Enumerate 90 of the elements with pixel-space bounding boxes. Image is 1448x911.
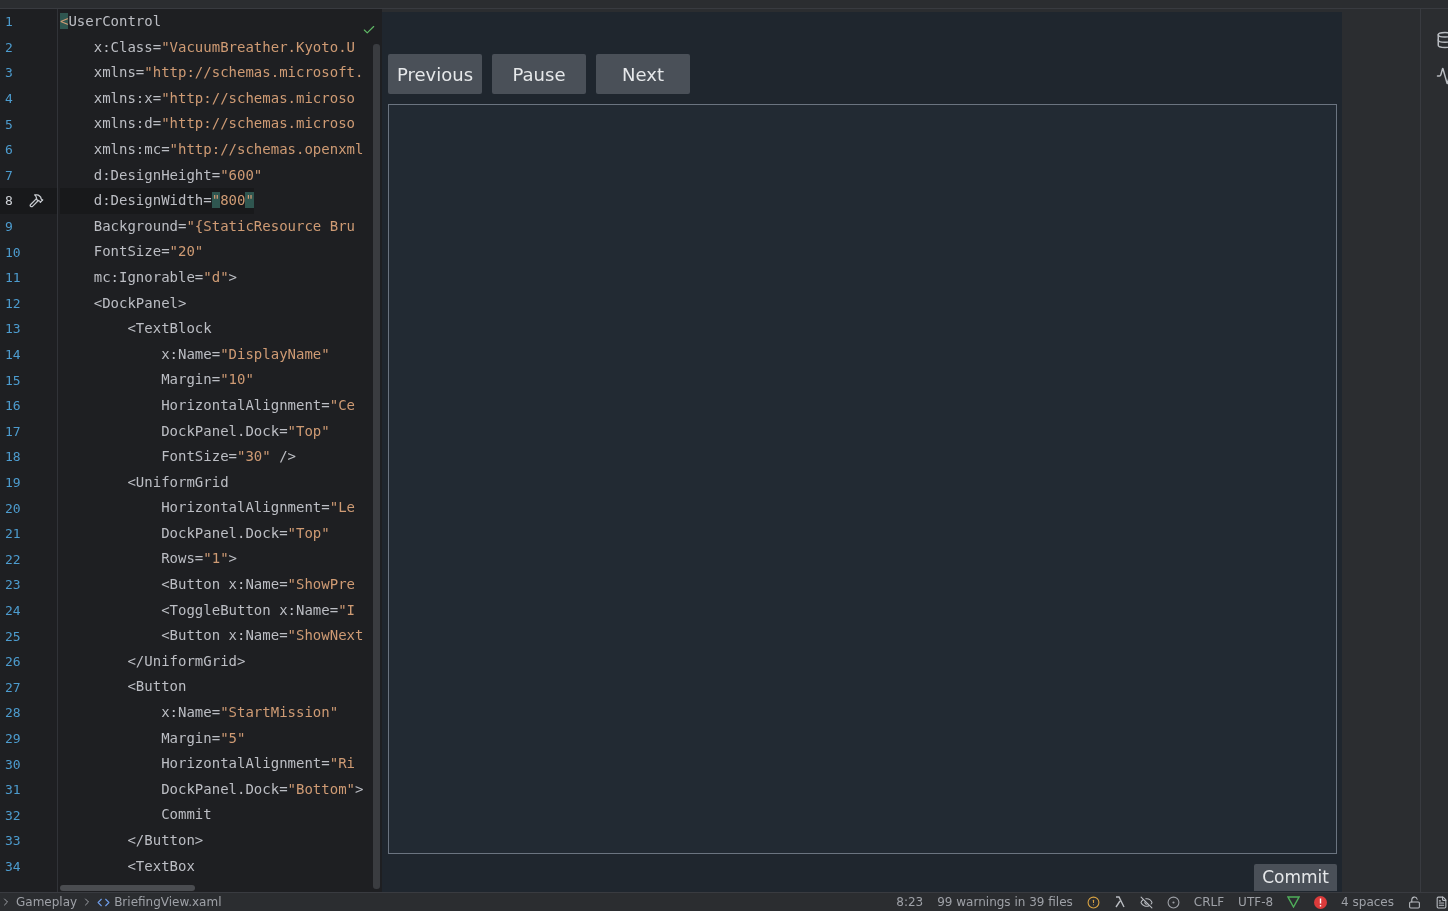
line-number: 25 <box>5 628 21 644</box>
line-number: 32 <box>5 807 21 823</box>
code-line: FontSize="20" <box>92 242 204 262</box>
code-line: xmlns:x="http://schemas.microso <box>92 88 356 108</box>
code-line: x:Class="VacuumBreather.Kyoto.U <box>92 37 356 57</box>
scrollbar[interactable] <box>60 885 195 891</box>
code-line: HorizontalAlignment="Ri <box>160 754 355 774</box>
code-line: <UniformGrid <box>126 472 229 492</box>
cursor-position[interactable]: 8:23 <box>896 895 924 909</box>
line-number: 1 <box>5 14 14 30</box>
code-line: <DockPanel> <box>92 293 187 313</box>
code-line: </Button> <box>126 831 204 850</box>
scrollbar[interactable] <box>373 44 380 889</box>
code-line: <TextBox <box>126 856 195 876</box>
line-separator[interactable]: CRLF <box>1193 895 1225 909</box>
line-number: 12 <box>5 295 21 311</box>
preview-button[interactable]: Previous <box>388 54 482 94</box>
triangle-icon[interactable] <box>1287 896 1301 908</box>
line-number: 14 <box>5 347 21 362</box>
line-number: 29 <box>5 730 21 746</box>
code-line: xmlns:mc="http://schemas.openxml <box>92 139 364 159</box>
lambda-icon[interactable] <box>1113 896 1126 908</box>
hammer-icon[interactable] <box>29 193 44 209</box>
line-number: 17 <box>5 423 21 439</box>
code-line: FontSize="30" /> <box>160 447 297 467</box>
line-number: 30 <box>5 756 21 772</box>
line-number: 5 <box>5 116 14 132</box>
file-encoding[interactable]: UTF-8 <box>1238 895 1274 909</box>
breadcrumb[interactable]: BriefingView.xaml <box>114 895 222 909</box>
line-number: 28 <box>5 705 21 721</box>
commit-button[interactable]: Commit <box>1254 864 1337 891</box>
error-icon[interactable] <box>1314 895 1328 909</box>
code-line: mc:Ignorable="d"> <box>92 267 238 287</box>
code-line: <Button x:Name="ShowPre <box>160 575 355 595</box>
code-line: Margin="5" <box>160 728 246 748</box>
line-number: 11 <box>5 270 21 286</box>
circle-dot-icon[interactable] <box>1166 895 1180 909</box>
code-line: x:Name="DisplayName" <box>160 344 330 364</box>
line-number: 24 <box>5 602 21 618</box>
line-number: 13 <box>5 321 21 337</box>
code-line: DockPanel.Dock="Bottom"> <box>160 779 364 799</box>
preview-button[interactable]: Next <box>596 54 690 94</box>
line-number: 6 <box>5 142 14 158</box>
code-line: DockPanel.Dock="Top" <box>160 523 330 543</box>
code-line: <Button <box>126 677 187 697</box>
line-number: 7 <box>5 167 14 183</box>
eye-off-icon[interactable] <box>1139 895 1153 909</box>
code-line: Margin="10" <box>160 370 254 390</box>
line-number: 10 <box>5 244 21 260</box>
code-line: d:DesignHeight="600" <box>92 165 263 185</box>
check-icon <box>362 23 376 37</box>
indent-setting[interactable]: 4 spaces <box>1341 895 1394 909</box>
breadcrumb[interactable]: Gameplay <box>16 895 78 909</box>
line-number: 4 <box>5 91 14 107</box>
code-line: <ToggleButton x:Name="I <box>160 600 355 620</box>
warning-icon[interactable] <box>1086 895 1100 909</box>
line-number: 20 <box>5 500 21 516</box>
warnings-count[interactable]: 99 warnings in 39 files <box>937 895 1073 909</box>
line-number: 33 <box>5 833 21 849</box>
line-number: 15 <box>5 372 21 388</box>
code-line: HorizontalAlignment="Le <box>160 498 355 518</box>
line-number: 26 <box>5 654 21 670</box>
code-line: Rows="1"> <box>160 549 238 569</box>
code-line: x:Name="StartMission" <box>160 703 339 723</box>
code-line: </UniformGrid> <box>126 651 246 671</box>
line-number: 34 <box>5 858 21 874</box>
line-number: 16 <box>5 398 21 414</box>
line-number: 8 <box>5 193 14 209</box>
line-number: 27 <box>5 679 21 695</box>
preview-button[interactable]: Pause <box>492 54 586 94</box>
code-line: xmlns="http://schemas.microsoft. <box>92 63 364 83</box>
lock-icon[interactable] <box>1408 895 1421 909</box>
code-line: <Button x:Name="ShowNext <box>160 626 364 646</box>
line-number: 21 <box>5 526 21 542</box>
code-line: <UserControl <box>60 12 162 31</box>
line-number: 19 <box>5 475 21 490</box>
code-line: Background="{StaticResource Bru <box>92 216 355 236</box>
line-number: 22 <box>5 551 21 567</box>
line-number: 31 <box>5 782 21 798</box>
line-number: 9 <box>5 219 14 235</box>
code-line: <TextBlock <box>126 319 212 339</box>
code-line: xmlns:d="http://schemas.microso <box>92 114 356 134</box>
line-number: 18 <box>5 449 21 465</box>
line-number: 2 <box>5 39 14 55</box>
code-line: DockPanel.Dock="Top" <box>160 421 330 441</box>
document-icon[interactable] <box>1435 895 1448 909</box>
line-number: 23 <box>5 577 21 593</box>
code-line: Commit <box>160 805 212 825</box>
line-number: 3 <box>5 65 14 81</box>
code-line: HorizontalAlignment="Ce <box>160 395 355 415</box>
